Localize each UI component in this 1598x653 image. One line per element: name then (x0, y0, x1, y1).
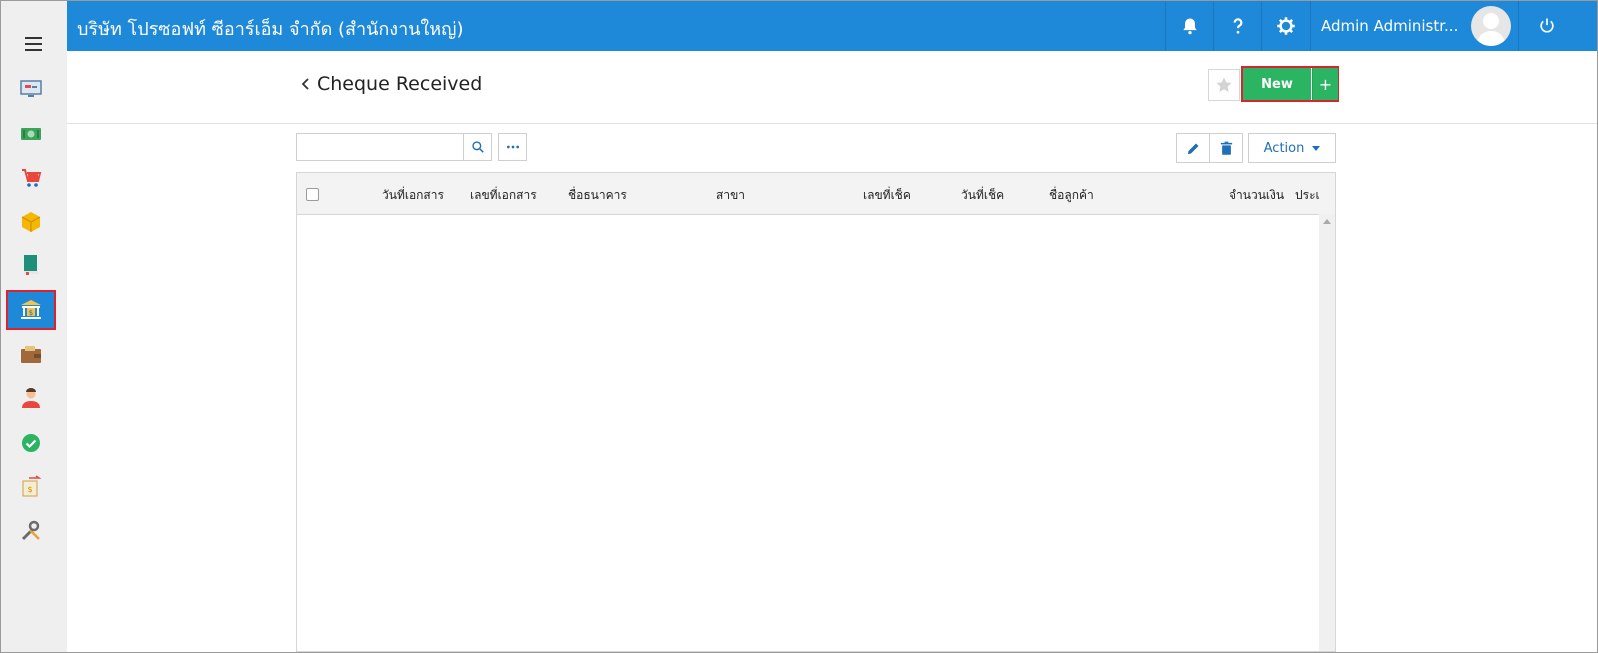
box-icon (21, 212, 41, 232)
top-bar: บริษัท โปรซอฟท์ ซีอาร์เอ็ม จำกัด (สำนักง… (67, 1, 1597, 51)
star-icon (1216, 77, 1232, 92)
select-all-checkbox[interactable] (306, 188, 319, 201)
main-content: Action วันที่เอกสาร เลขที่เอกสาร ชื่อธนา… (67, 124, 1597, 652)
transfer-icon: $ (22, 475, 42, 497)
trash-icon (1220, 141, 1232, 155)
sidebar-item-hr[interactable] (7, 379, 55, 417)
grid-header: วันที่เอกสาร เลขที่เอกสาร ชื่อธนาคาร สาข… (297, 173, 1335, 215)
money-icon (21, 128, 41, 140)
cart-icon (22, 169, 42, 187)
pencil-icon (1187, 143, 1198, 154)
column-header[interactable]: สาขา (716, 186, 745, 205)
monitor-icon (20, 80, 42, 97)
column-header[interactable]: ประเ (1295, 186, 1320, 205)
chevron-left-icon (301, 78, 309, 90)
help-button[interactable] (1213, 1, 1262, 51)
search-input[interactable] (296, 133, 464, 161)
sidebar-item-accounting[interactable] (7, 246, 55, 284)
page-title: Cheque Received (317, 73, 483, 95)
settings-button[interactable] (1261, 1, 1310, 51)
column-header[interactable]: ชื่อลูกค้า (1049, 186, 1094, 205)
bank-icon: $ (21, 300, 41, 319)
action-dropdown[interactable]: Action (1248, 133, 1336, 163)
bell-icon (1183, 18, 1197, 35)
menu-toggle-icon[interactable] (25, 37, 42, 51)
sidebar-item-inventory[interactable] (7, 203, 55, 241)
person-icon (22, 388, 40, 408)
logout-button[interactable] (1518, 1, 1574, 51)
book-icon (24, 255, 38, 275)
column-header[interactable]: เลขที่เอกสาร (470, 186, 537, 205)
column-header[interactable]: วันที่เช็ค (961, 186, 1004, 205)
favorite-button[interactable] (1208, 69, 1240, 101)
sidebar-item-dashboard[interactable] (7, 70, 55, 108)
sidebar-item-transfer[interactable]: $ (7, 468, 55, 506)
new-button-group: New + (1241, 66, 1339, 102)
ellipsis-icon (506, 145, 519, 149)
more-options-button[interactable] (498, 133, 527, 161)
power-icon (1539, 18, 1554, 33)
company-name: บริษัท โปรซอฟท์ ซีอาร์เอ็ม จำกัด (สำนักง… (77, 19, 464, 40)
avatar (1471, 6, 1511, 46)
column-header[interactable]: วันที่เอกสาร (382, 186, 444, 205)
sidebar-item-expenses[interactable] (7, 336, 55, 374)
cheque-grid: วันที่เอกสาร เลขที่เอกสาร ชื่อธนาคาร สาข… (296, 172, 1336, 652)
delete-button[interactable] (1209, 133, 1243, 163)
sidebar: $ $ (1, 1, 67, 652)
page-header: Cheque Received New + (67, 51, 1597, 124)
question-icon (1233, 18, 1243, 34)
user-menu[interactable]: Admin Administr... (1310, 1, 1525, 51)
sidebar-item-finance[interactable] (7, 115, 55, 153)
svg-text:$: $ (29, 309, 33, 317)
new-dropdown-button[interactable]: + (1312, 68, 1338, 100)
sidebar-item-settings[interactable] (7, 512, 55, 550)
column-header[interactable]: เลขที่เช็ค (863, 186, 911, 205)
svg-text:$: $ (27, 485, 32, 494)
search-button[interactable] (463, 133, 492, 161)
sidebar-item-approval[interactable] (7, 424, 55, 462)
notifications-button[interactable] (1165, 1, 1214, 51)
gear-icon (1277, 17, 1295, 35)
sidebar-item-bank[interactable]: $ (6, 290, 56, 330)
tools-icon (21, 520, 40, 541)
new-button[interactable]: New (1243, 68, 1311, 100)
action-label: Action (1263, 140, 1305, 156)
caret-down-icon (1312, 145, 1321, 151)
user-name: Admin Administr... (1321, 17, 1459, 35)
scroll-up-icon[interactable] (1323, 219, 1331, 224)
wallet-icon (21, 346, 41, 363)
column-header[interactable]: จำนวนเงิน (1229, 186, 1284, 205)
sidebar-item-sales[interactable] (7, 159, 55, 197)
edit-button[interactable] (1176, 133, 1210, 163)
check-circle-icon (22, 434, 40, 452)
vertical-scrollbar[interactable] (1319, 214, 1335, 651)
search-icon (471, 141, 484, 153)
column-header[interactable]: ชื่อธนาคาร (568, 186, 627, 205)
back-button[interactable] (295, 73, 315, 95)
